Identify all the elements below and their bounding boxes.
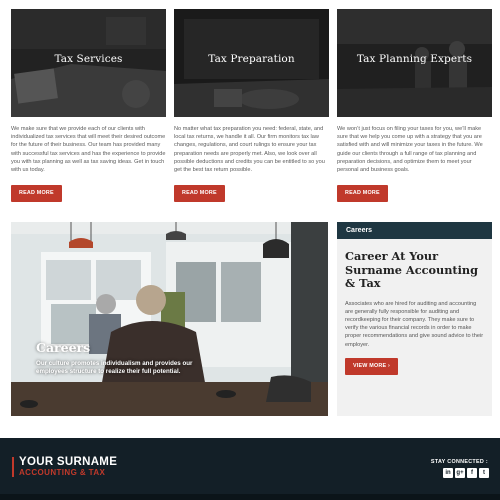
service-description: No matter what tax preparation you need:… bbox=[174, 126, 325, 174]
google-plus-icon[interactable]: g+ bbox=[455, 468, 465, 478]
read-more-button[interactable]: READ MORE bbox=[174, 185, 225, 202]
footer-bottom-bar bbox=[0, 494, 500, 500]
service-card-tax-planning-experts: Tax Planning Experts We won’t just focus… bbox=[337, 9, 492, 202]
careers-feature-text: Our culture promotes individualism and p… bbox=[36, 360, 193, 375]
logo-line-2: ACCOUNTING & TAX bbox=[19, 468, 106, 477]
service-image-tax-services[interactable]: Tax Services bbox=[11, 9, 166, 117]
service-title: Tax Services bbox=[54, 53, 123, 65]
service-image-tax-planning[interactable]: Tax Planning Experts bbox=[337, 9, 492, 117]
view-more-button[interactable]: VIEW MORE › bbox=[345, 357, 398, 375]
service-card-tax-services: Tax Services We make sure that we provid… bbox=[11, 9, 166, 202]
service-image-tax-preparation[interactable]: Tax Preparation bbox=[174, 9, 329, 117]
footer-logo[interactable]: YOUR SURNAME ACCOUNTING & TAX bbox=[12, 456, 118, 477]
careers-panel-text: Associates who are hired for auditing an… bbox=[345, 300, 484, 348]
careers-panel: Careers Career At Your Surname Accountin… bbox=[337, 222, 492, 416]
facebook-icon[interactable]: f bbox=[467, 468, 477, 478]
logo-line-1: YOUR SURNAME bbox=[19, 456, 118, 468]
service-description: We won’t just focus on filing your taxes… bbox=[337, 126, 483, 174]
read-more-button[interactable]: READ MORE bbox=[337, 185, 388, 202]
careers-feature-image[interactable]: Careers Our culture promotes individuali… bbox=[11, 222, 328, 416]
careers-panel-header: Careers bbox=[337, 222, 492, 239]
stay-connected-label: STAY CONNECTED : bbox=[430, 459, 488, 465]
cafe-photo bbox=[11, 222, 328, 416]
careers-feature-heading: Careers bbox=[36, 340, 91, 355]
footer: YOUR SURNAME ACCOUNTING & TAX bbox=[0, 438, 500, 500]
service-title: Tax Preparation bbox=[208, 53, 295, 65]
service-card-tax-preparation: Tax Preparation No matter what tax prepa… bbox=[174, 9, 329, 202]
service-title: Tax Planning Experts bbox=[356, 53, 473, 65]
linkedin-icon[interactable]: in bbox=[443, 468, 453, 478]
service-description: We make sure that we provide each of our… bbox=[11, 126, 166, 174]
social-icons: in g+ f t bbox=[443, 468, 489, 478]
careers-panel-title: Career At Your Surname Accounting & Tax bbox=[345, 249, 479, 290]
read-more-button[interactable]: READ MORE bbox=[11, 185, 62, 202]
twitter-icon[interactable]: t bbox=[479, 468, 489, 478]
careers-overlay: Careers Our culture promotes individuali… bbox=[36, 340, 196, 376]
